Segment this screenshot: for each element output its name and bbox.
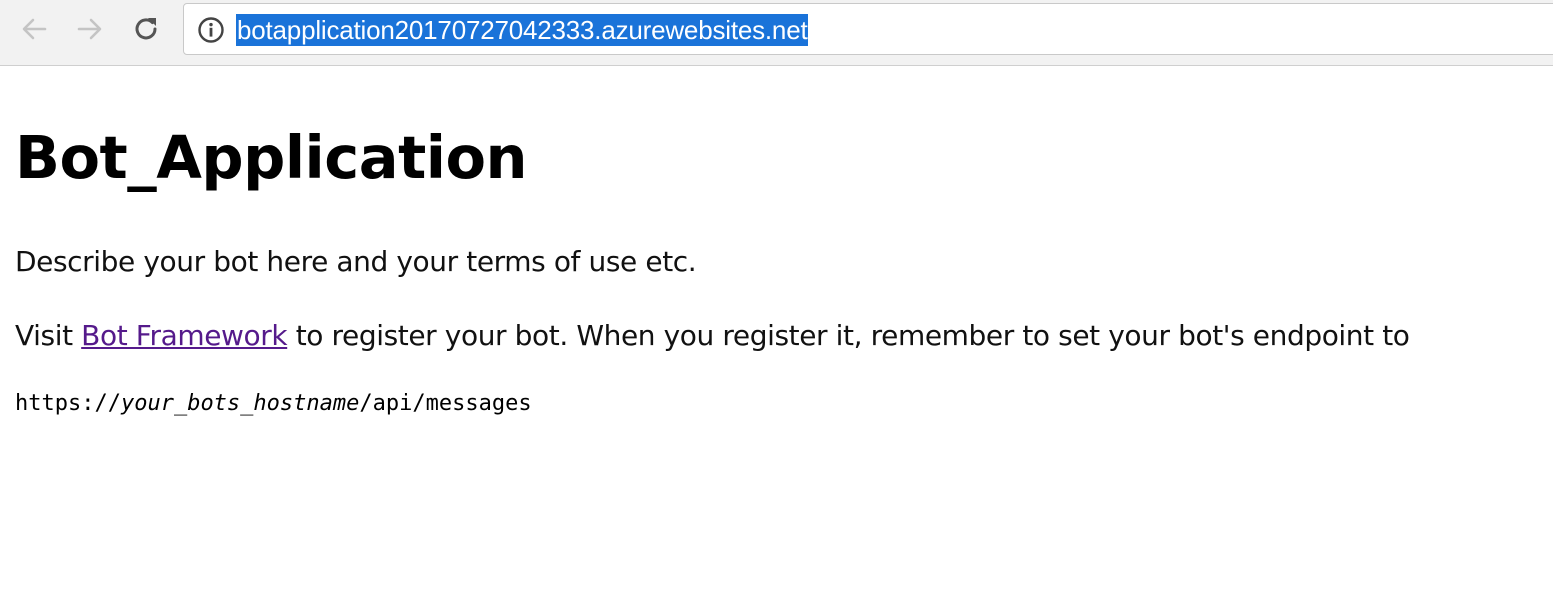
endpoint-code: https://your_bots_hostname/api/messages bbox=[15, 388, 532, 420]
reload-button[interactable] bbox=[128, 11, 164, 47]
browser-toolbar: botapplication20170727042333.azurewebsit… bbox=[0, 0, 1553, 66]
arrow-right-icon bbox=[77, 18, 102, 40]
endpoint-hostname: your_bots_hostname bbox=[120, 391, 360, 416]
visit-prefix-text: Visit bbox=[15, 319, 82, 352]
arrow-left-icon bbox=[22, 18, 47, 40]
page-description: Describe your bot here and your terms of… bbox=[15, 245, 697, 278]
back-button[interactable] bbox=[16, 11, 52, 47]
info-icon[interactable] bbox=[197, 16, 225, 44]
reload-icon bbox=[135, 18, 157, 40]
page-title: Bot_Application bbox=[15, 123, 528, 192]
registration-instructions: Visit Bot Framework to register your bot… bbox=[15, 316, 1410, 356]
endpoint-path: /api/messages bbox=[359, 391, 532, 416]
bot-framework-link[interactable]: Bot Framework bbox=[81, 319, 287, 352]
url-text[interactable]: botapplication20170727042333.azurewebsit… bbox=[236, 14, 809, 46]
address-bar[interactable]: botapplication20170727042333.azurewebsit… bbox=[183, 3, 1553, 55]
visit-suffix-text: to register your bot. When you register … bbox=[287, 319, 1410, 352]
forward-button[interactable] bbox=[72, 11, 108, 47]
endpoint-scheme: https:// bbox=[15, 391, 121, 416]
